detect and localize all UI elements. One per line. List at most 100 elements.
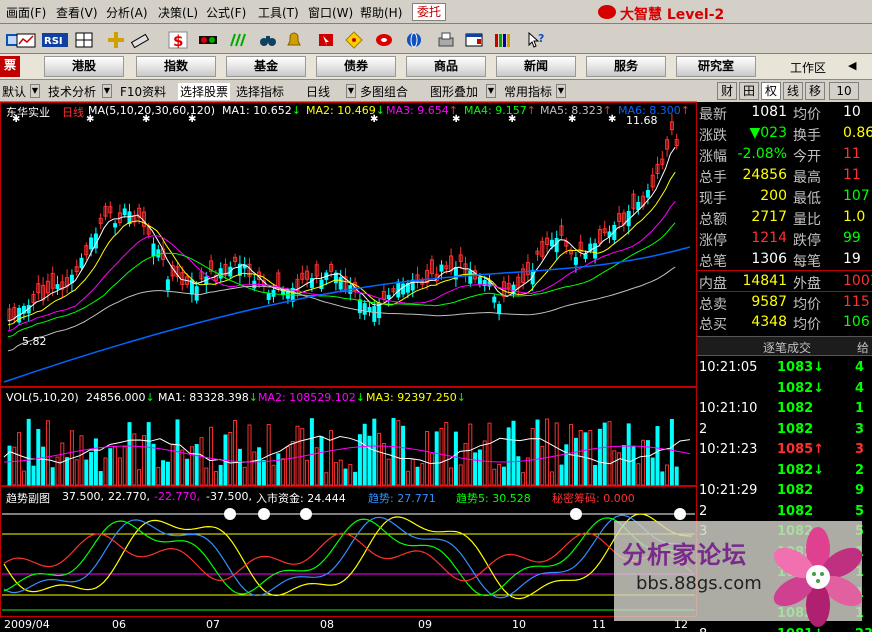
nav-commodities[interactable]: 商品 xyxy=(406,56,486,77)
workzone-button[interactable]: 工作区 xyxy=(790,59,826,76)
printer-icon[interactable] xyxy=(434,29,456,49)
ma3-line xyxy=(7,201,676,332)
chevron-down-icon[interactable]: ▼ xyxy=(346,84,356,98)
trend-v1: 37.500, xyxy=(62,490,104,503)
kline-chart-svg[interactable]: ✱ ✱ ✱ ✱ ✱ ✱ ✱ ✱ ✱ xyxy=(0,102,697,632)
diamond-icon[interactable] xyxy=(342,29,364,49)
nav-stocks-tab[interactable]: 票 xyxy=(0,56,20,77)
binoculars-icon[interactable] xyxy=(256,29,278,49)
quote-value: 1.0 xyxy=(843,209,866,225)
chevron-down-icon[interactable]: ▼ xyxy=(556,84,566,98)
ruler-icon[interactable] xyxy=(128,29,150,49)
candlestick xyxy=(194,286,199,301)
volume-bar xyxy=(621,444,626,486)
crosshair-icon[interactable] xyxy=(104,29,126,49)
volume-bar xyxy=(674,466,679,486)
quote-label: 均价 xyxy=(793,317,821,333)
menu-item-analysis[interactable]: 分析(A) xyxy=(106,4,148,21)
chevron-down-icon[interactable]: ▼ xyxy=(30,84,40,98)
pointer-icon[interactable] xyxy=(314,29,336,49)
tab-line[interactable]: 线 xyxy=(783,82,803,100)
tech-analysis-menu[interactable]: 技术分析 xyxy=(48,83,96,100)
select-stock-menu[interactable]: 选择股票 xyxy=(178,83,231,100)
nav-index[interactable]: 指数 xyxy=(136,56,216,77)
nav-news[interactable]: 新闻 xyxy=(496,56,576,77)
window-icon[interactable] xyxy=(462,29,484,49)
tab-move[interactable]: 移 xyxy=(805,82,825,100)
volume-ma1: MA1: 83328.398↓ xyxy=(158,391,258,404)
books-icon[interactable] xyxy=(490,29,512,49)
collapse-icon[interactable]: ◀ xyxy=(848,59,856,72)
candlestick xyxy=(645,190,650,198)
quote-value: 14841 xyxy=(742,273,787,289)
fund-inflow: 入市资金: 24.444 xyxy=(256,492,346,505)
chart-grid-icon[interactable] xyxy=(14,29,36,49)
svg-text:$: $ xyxy=(173,32,183,50)
nav-bonds[interactable]: 债券 xyxy=(316,56,396,77)
date-axis: 2009/04 06 07 08 09 10 11 12 xyxy=(0,616,697,632)
menu-item-formula[interactable]: 公式(F) xyxy=(206,4,246,21)
select-indicator-menu[interactable]: 选择指标 xyxy=(236,83,284,100)
trend-v3: -22.770, xyxy=(154,490,200,503)
nav-research[interactable]: 研究室 xyxy=(676,56,756,77)
multi-chart-menu[interactable]: 多图组合 xyxy=(360,83,408,100)
nav-service[interactable]: 服务 xyxy=(586,56,666,77)
menu-item-window[interactable]: 窗口(W) xyxy=(308,4,353,21)
volume-bar xyxy=(132,433,137,486)
nav-funds[interactable]: 基金 xyxy=(226,56,306,77)
quote-value: 10 xyxy=(843,104,861,120)
trend-value: 趋势: 27.771 xyxy=(368,492,436,505)
volume-bar xyxy=(79,435,84,486)
menu-item-view[interactable]: 查看(V) xyxy=(56,4,98,21)
volume-bar xyxy=(209,426,214,486)
volume-bar xyxy=(554,422,559,486)
grid-icon[interactable] xyxy=(72,29,94,49)
volume-bar xyxy=(540,445,545,486)
menu-item-screen[interactable]: 画面(F) xyxy=(6,4,46,21)
market-nav-bar: 票 港股 指数 基金 债券 商品 新闻 服务 研究室 工作区 ◀ xyxy=(0,54,872,80)
menu-item-help[interactable]: 帮助(H) xyxy=(360,4,402,21)
overlay-menu[interactable]: 图形叠加 xyxy=(430,83,478,100)
volume-ma2: MA2: 108529.102↓ xyxy=(258,391,365,404)
candlestick xyxy=(439,264,444,272)
tab-rights[interactable]: 权 xyxy=(761,82,781,100)
candlestick xyxy=(636,201,641,211)
volume-bar xyxy=(113,446,118,486)
flower-logo-icon xyxy=(773,527,863,627)
bell-icon[interactable] xyxy=(282,29,304,49)
tab-finance[interactable]: 财 xyxy=(717,82,737,100)
rsi-icon[interactable]: RSI xyxy=(40,29,68,49)
daily-period-menu[interactable]: 日线 xyxy=(306,83,330,100)
menu-item-tools[interactable]: 工具(T) xyxy=(258,4,299,21)
quote-label: 最高 xyxy=(793,170,821,186)
chart-area[interactable]: ✱ ✱ ✱ ✱ ✱ ✱ ✱ ✱ ✱ 东华实业 日线 MA(5,10,20,30,60,120) … xyxy=(0,102,697,632)
chevron-down-icon[interactable]: ▼ xyxy=(486,84,496,98)
dollar-icon[interactable]: $ xyxy=(166,29,188,50)
quote-label: 每笔 xyxy=(793,254,821,270)
tick-volume: 2 xyxy=(855,462,865,478)
signal-dot-icon xyxy=(674,508,686,520)
volume-bar xyxy=(521,472,526,486)
menu-item-decision[interactable]: 决策(L) xyxy=(158,4,198,21)
tick-row: 1082↓ 2 xyxy=(697,461,872,481)
link-icon[interactable] xyxy=(372,29,394,49)
common-indicators-menu[interactable]: 常用指标 xyxy=(504,83,552,100)
volume-bar xyxy=(401,425,406,486)
quote-label: 外盘 xyxy=(793,276,821,292)
f10-data-menu[interactable]: F10资料 xyxy=(120,83,166,100)
candlestick xyxy=(362,303,367,315)
tab-grid[interactable]: 田 xyxy=(739,82,759,100)
globe-icon[interactable] xyxy=(402,29,424,49)
candle-icon[interactable] xyxy=(196,29,218,49)
default-menu[interactable]: 默认 xyxy=(2,83,26,100)
bars-icon[interactable] xyxy=(226,29,248,49)
candlestick xyxy=(492,296,497,303)
tab-10[interactable]: 10 xyxy=(829,82,859,100)
volume-bar xyxy=(497,463,502,486)
trade-button[interactable]: 委托 xyxy=(412,3,447,21)
volume-bar xyxy=(305,459,310,486)
volume-bar xyxy=(204,467,209,486)
nav-hk-stocks[interactable]: 港股 xyxy=(44,56,124,77)
help-cursor-icon[interactable]: ? xyxy=(524,29,546,49)
chevron-down-icon[interactable]: ▼ xyxy=(102,84,112,98)
